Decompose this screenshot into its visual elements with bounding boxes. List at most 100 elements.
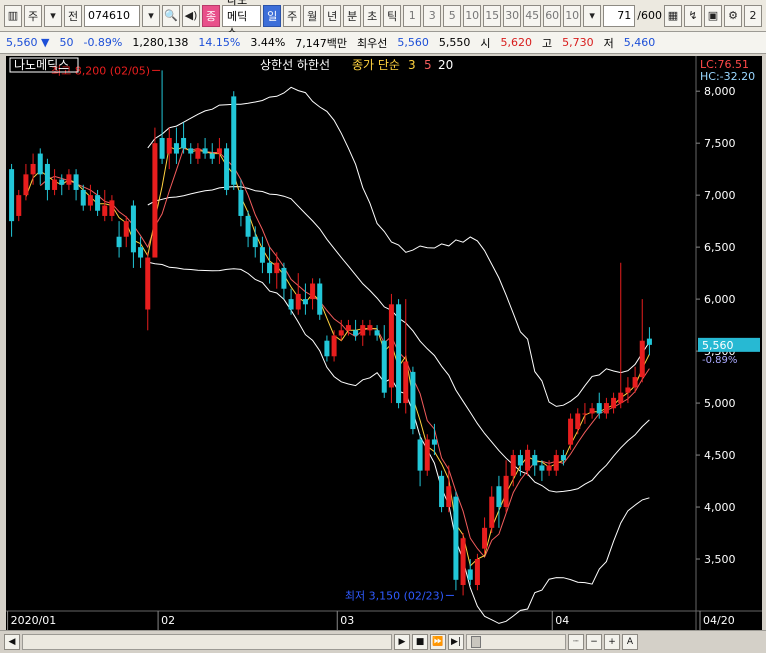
candle-body [453, 496, 459, 580]
play-icon[interactable]: ▶ [394, 634, 410, 650]
draw-icon[interactable]: ↯ [684, 4, 702, 27]
volume-ratio: 3.44% [250, 36, 286, 49]
candle-body [95, 195, 101, 211]
x-tick-label: 2020/01 [11, 614, 57, 627]
hc-label: HC:-32.20 [700, 70, 755, 83]
x-tick-label: 03 [340, 614, 354, 627]
candle-body [560, 455, 566, 461]
y-tick-label: 8,000 [704, 85, 736, 98]
candle-body [324, 340, 330, 357]
end-icon[interactable]: ▶| [448, 634, 464, 650]
candle-body [625, 387, 631, 393]
candle-body [59, 179, 65, 185]
stop-icon[interactable]: ■ [412, 634, 428, 650]
candle-body [589, 408, 595, 414]
price-chart[interactable]: 8,0007,5007,0006,5006,0005,5005,0004,500… [6, 56, 762, 630]
prev-button[interactable]: 전 [64, 4, 82, 27]
candle-body [267, 262, 273, 274]
tab-minute[interactable]: 분 [343, 4, 362, 27]
y-tick-label: 6,500 [704, 241, 736, 254]
code-dropdown-icon[interactable]: ▾ [142, 4, 160, 27]
y-tick-label: 4,500 [704, 449, 736, 462]
zoom-track-icon[interactable]: ┈ [568, 634, 584, 650]
stock-code-input[interactable] [84, 4, 140, 27]
y-tick-label: 6,000 [704, 293, 736, 306]
legend-ma3: 3 [408, 58, 416, 72]
price-change-pct: -0.89% [83, 36, 123, 49]
interval-10[interactable]: 10 [463, 4, 482, 27]
fast-forward-icon[interactable]: ⏩ [430, 634, 446, 650]
y-tick-label: 4,000 [704, 501, 736, 514]
zoom-out-icon[interactable]: − [586, 634, 602, 650]
x-tick-label: 02 [161, 614, 175, 627]
candle-body [517, 455, 523, 466]
low-label: 저 [603, 36, 614, 50]
candle-body [496, 486, 502, 508]
y-tick-label: 5,000 [704, 397, 736, 410]
chart-scrollbar[interactable] [22, 634, 392, 650]
candle-body [575, 413, 581, 430]
candle-body [87, 195, 93, 206]
sound-icon[interactable]: ◀) [182, 4, 200, 27]
tab-year[interactable]: 년 [323, 4, 342, 27]
scroll-left-icon[interactable]: ◀ [4, 634, 20, 650]
candle-body [467, 569, 473, 580]
interval-3[interactable]: 3 [423, 4, 442, 27]
favorite-icon[interactable]: 종 [202, 4, 220, 27]
grid-icon[interactable]: ▦ [664, 4, 682, 27]
tab-month[interactable]: 월 [303, 4, 322, 27]
open-price: 5,620 [500, 36, 533, 49]
zoom-in-icon[interactable]: + [604, 634, 620, 650]
candle-body [596, 403, 602, 414]
interval-select[interactable]: 10 [563, 4, 582, 27]
interval-5[interactable]: 5 [443, 4, 462, 27]
candle-body [52, 179, 58, 190]
volume: 1,280,138 [132, 36, 189, 49]
candle-body [281, 267, 287, 289]
candle-body [224, 148, 230, 190]
stock-name-display: 나노메딕스 [222, 0, 262, 39]
zoom-slider-handle[interactable] [471, 636, 481, 648]
interval-dropdown-icon[interactable]: ▾ [583, 4, 602, 27]
zoom-slider[interactable] [466, 634, 566, 650]
chevron-down-icon[interactable]: ▾ [44, 4, 62, 27]
current-price-label: 5,560 [702, 339, 734, 352]
legend-band-label: 상한선 하한선 [260, 58, 330, 72]
candle-body [130, 205, 136, 253]
candle-body [446, 486, 452, 508]
candle-body [338, 330, 344, 336]
window-count[interactable]: 2 [744, 4, 762, 27]
interval-45[interactable]: 45 [523, 4, 542, 27]
candle-body [474, 559, 480, 586]
candle-body [102, 205, 108, 216]
data-count-input[interactable]: 71 [603, 4, 636, 27]
candle-body [202, 148, 208, 154]
legend-ma-label: 종가 단순 [352, 58, 400, 72]
candle-body [152, 143, 158, 258]
legend-ma20: 20 [438, 58, 453, 72]
tab-tick[interactable]: 틱 [383, 4, 402, 27]
interval-1[interactable]: 1 [403, 4, 422, 27]
tab-second[interactable]: 초 [363, 4, 382, 27]
candle-body [116, 236, 122, 248]
save-icon[interactable]: ▣ [704, 4, 722, 27]
candle-body [138, 247, 144, 258]
candle-body [238, 189, 244, 216]
x-tick-label: 04/20 [703, 614, 735, 627]
candle-body [546, 465, 552, 471]
candle-body [374, 330, 380, 336]
candlestick-chart[interactable]: 8,0007,5007,0006,5006,0005,5005,0004,500… [6, 56, 762, 630]
chart-type-icon[interactable]: ▥ [4, 4, 22, 27]
interval-60[interactable]: 60 [543, 4, 562, 27]
candle-body [274, 262, 280, 274]
tab-week[interactable]: 주 [283, 4, 302, 27]
auto-scale-icon[interactable]: A [622, 634, 638, 650]
interval-30[interactable]: 30 [503, 4, 522, 27]
candle-body [295, 293, 301, 310]
settings-icon[interactable]: ⚙ [724, 4, 742, 27]
search-icon[interactable]: 🔍 [162, 4, 180, 27]
interval-15[interactable]: 15 [483, 4, 502, 27]
period-select[interactable]: 주 [24, 4, 42, 27]
candle-body [525, 449, 531, 471]
tab-day[interactable]: 일 [263, 4, 282, 27]
